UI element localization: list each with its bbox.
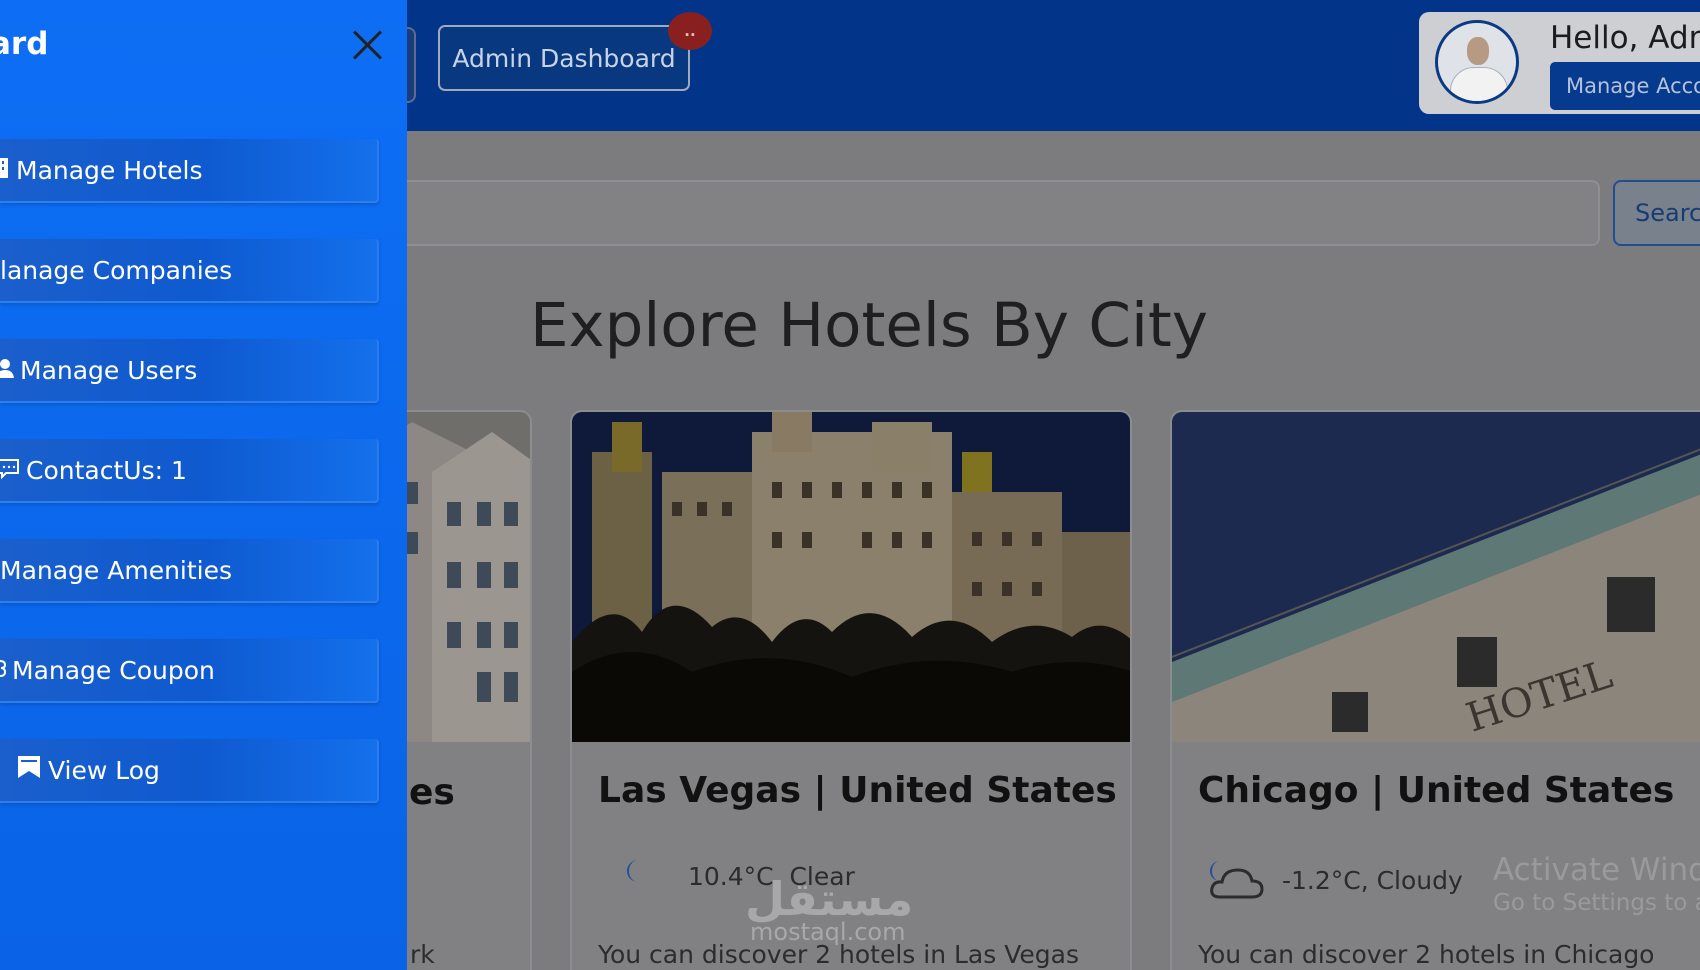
search-button[interactable]: Searc [1613,180,1700,246]
user-card: Hello, Adm Manage Acco [1419,12,1700,114]
avatar[interactable] [1435,20,1519,104]
sidebar-item-label: Manage Hotels [16,155,203,185]
moon-icon [622,857,650,891]
sidebar: ard Manage Hotels lanage Companies Manag… [0,0,407,970]
sidebar-item-manage-amenities[interactable]: Manage Amenities [0,539,379,603]
greeting-text: Hello, Adm [1550,20,1700,56]
sidebar-item-manage-users[interactable]: Manage Users [0,339,379,403]
city-image [572,412,1130,742]
admin-dashboard-button[interactable]: Admin Dashboard [438,25,690,91]
activate-windows-subtext: Go to Settings to ac [1493,890,1700,916]
search-input[interactable] [380,180,1600,246]
card-weather: -1.2°C, Cloudy [1206,857,1463,907]
sidebar-item-manage-coupon[interactable]: Manage Coupon [0,639,379,703]
weather-text: -1.2°C, Cloudy [1281,866,1463,895]
card-title: es [409,772,455,813]
watermark-logo-sub: mostaql.com [750,918,906,946]
building-icon [0,156,10,185]
sidebar-item-label: ContactUs: 1 [26,455,187,485]
sidebar-item-label: Manage Amenities [0,555,233,585]
card-title: Chicago | United States [1198,770,1675,811]
section-title: Explore Hotels By City [530,290,1208,361]
sidebar-item-label: View Log [48,755,160,785]
card-discover-text: rk [410,940,435,969]
sidebar-item-view-log[interactable]: View Log [0,739,379,803]
card-discover-text: You can discover 2 hotels in Chicago [1198,940,1655,969]
city-image: HOTEL [1172,412,1700,742]
tag-icon [0,656,7,685]
sidebar-title: ard [0,26,49,62]
user-icon [0,356,14,385]
sidebar-item-contact-us[interactable]: ContactUs: 1 [0,439,379,503]
manage-account-button[interactable]: Manage Acco [1550,62,1700,110]
chat-icon [0,456,20,485]
activate-windows-text: Activate Windo [1493,852,1700,888]
notification-badge: .. [668,12,712,50]
card-title: Las Vegas | United States [598,770,1117,811]
sidebar-item-label: Manage Users [20,355,198,385]
bookmark-icon [16,754,42,786]
cloud-moon-icon [1206,857,1270,907]
sidebar-item-label: lanage Companies [0,255,233,285]
sidebar-item-manage-companies[interactable]: lanage Companies [0,239,379,303]
close-icon[interactable] [351,28,385,62]
sidebar-item-manage-hotels[interactable]: Manage Hotels [0,139,379,203]
sidebar-item-label: Manage Coupon [12,655,215,685]
